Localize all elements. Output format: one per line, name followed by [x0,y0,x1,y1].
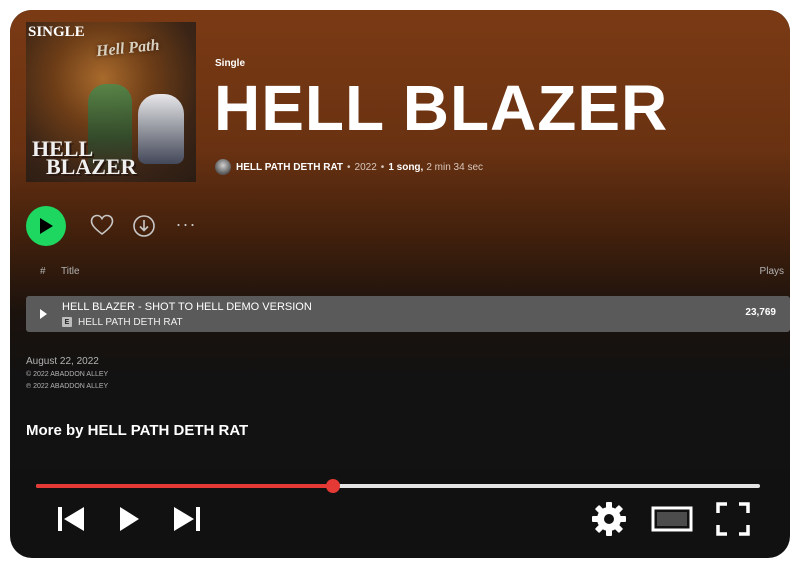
next-icon [174,507,200,531]
fullscreen-icon [716,502,750,536]
play-icon [120,507,139,531]
album-meta: HELL PATH DETH RAT • 2022 • 1 song, 2 mi… [215,157,483,177]
play-icon [40,218,53,234]
track-title[interactable]: HELL BLAZER - SHOT TO HELL DEMO VERSION [62,301,312,313]
download-icon [133,215,155,237]
download-button[interactable] [132,214,156,238]
meta-separator: • [347,161,351,173]
meta-separator: • [380,161,385,173]
artist-link[interactable]: HELL PATH DETH RAT [236,162,343,173]
theater-mode-button[interactable] [650,504,694,534]
theater-mode-icon [651,506,693,532]
column-header-plays[interactable]: Plays [760,266,784,277]
video-player-frame: SINGLE Hell Path HELL BLAZER Single HELL… [10,10,790,558]
heart-icon [90,214,114,236]
cover-title-line2: BLAZER [46,154,137,179]
like-button[interactable] [90,214,114,236]
settings-gear-icon [592,502,626,536]
column-header-title[interactable]: Title [61,266,80,277]
phonographic-copyright-line: ℗ 2022 ABADDON ALLEY [26,383,109,390]
column-header-number: # [40,266,46,277]
album-kind-label: Single [215,58,246,69]
track-artist-link[interactable]: HELL PATH DETH RAT [78,317,183,328]
explicit-badge: E [62,317,72,327]
previous-icon [58,507,84,531]
play-button[interactable] [26,206,66,246]
more-options-button[interactable]: ··· [174,215,198,233]
settings-button[interactable] [590,500,628,538]
player-play-button[interactable] [114,504,144,534]
artist-avatar[interactable] [215,159,231,175]
track-play-count: 23,769 [745,307,776,318]
cover-figure-right [138,94,184,164]
cover-single-tag: SINGLE [28,24,85,40]
album-duration: 2 min 34 sec [426,161,484,173]
cover-title-art: HELL BLAZER [32,138,137,179]
table-row[interactable]: HELL BLAZER - SHOT TO HELL DEMO VERSION … [26,296,790,332]
progress-bar[interactable] [36,479,760,493]
release-date: August 22, 2022 [26,356,99,367]
more-by-heading[interactable]: More by HELL PATH DETH RAT [26,422,248,439]
progress-scrubber-handle[interactable] [325,479,340,493]
album-cover-art: SINGLE Hell Path HELL BLAZER [26,22,196,182]
album-title: HELL BLAZER [214,72,669,144]
release-year: 2022 [354,161,377,173]
row-play-icon[interactable] [40,309,47,319]
song-count: 1 song, [388,161,424,173]
copyright-line: © 2022 ABADDON ALLEY [26,371,109,378]
progress-fill [36,484,333,488]
cover-band-logo: Hell Path [95,36,161,61]
previous-button[interactable] [54,504,88,534]
fullscreen-button[interactable] [714,500,752,538]
spotify-album-page: SINGLE Hell Path HELL BLAZER Single HELL… [10,10,790,470]
next-button[interactable] [170,504,204,534]
